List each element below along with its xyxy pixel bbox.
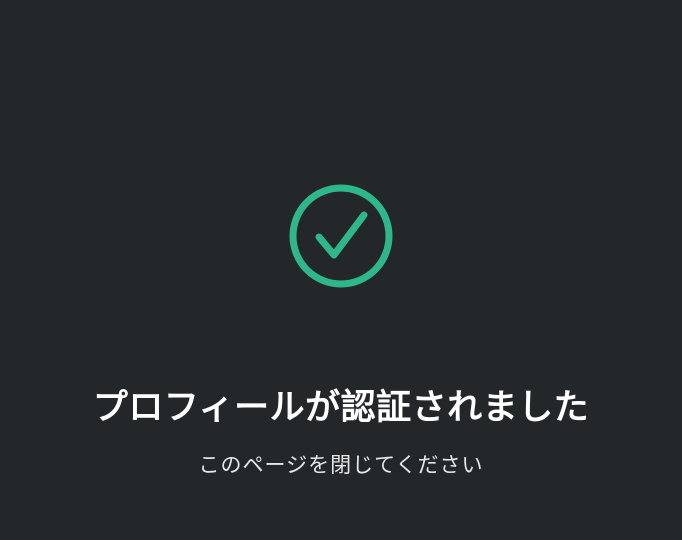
verification-success-screen: プロフィールが認証されました このページを閉じてください — [0, 0, 682, 540]
success-title: プロフィールが認証されました — [92, 388, 590, 428]
close-page-message: このページを閉じてください — [198, 453, 484, 477]
check-circle-icon — [288, 183, 394, 289]
